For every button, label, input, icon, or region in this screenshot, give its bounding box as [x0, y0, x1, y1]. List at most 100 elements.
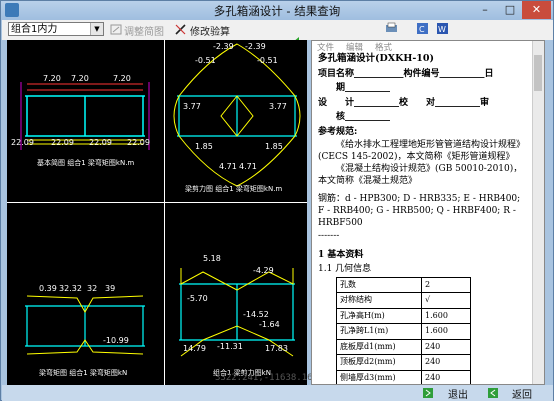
tr-value-7: 1.85 [195, 142, 213, 151]
word-export-icon[interactable]: W [436, 22, 449, 35]
diagram-canvas[interactable]: 7.20 7.20 7.20 22.09 22.09 22.09 22.09 基… [7, 40, 307, 385]
br-value-2: -4.29 [253, 266, 274, 275]
report-pane[interactable]: 文件 编辑 格式 多孔箱涵设计(DXKH-10) 项目名称___________构件… [311, 40, 545, 385]
chevron-down-icon[interactable]: ▼ [90, 23, 103, 35]
geometry-param-value: 1.600 [421, 323, 471, 340]
window-title: 多孔箱涵设计 - 结果查询 [213, 4, 341, 18]
report-line-sign: 设 计__________校 对__________审 [318, 97, 490, 108]
tr-value-6: 3.77 [269, 102, 287, 111]
title-bar: 多孔箱涵设计 - 结果查询 – □ ✕ [1, 1, 553, 20]
svg-text:W: W [438, 25, 446, 34]
br-value-4: -14.52 [243, 310, 269, 319]
bl-top-value-2: 32.32 [59, 284, 82, 293]
geometry-param-label: 孔净高H(m) [336, 307, 422, 324]
geometry-param-value: 240 [421, 354, 471, 371]
back-icon [488, 388, 498, 398]
tl-bottom-value-2: 22.09 [51, 138, 74, 147]
back-button[interactable]: 返回 [512, 386, 532, 401]
maximize-button[interactable]: □ [498, 1, 522, 19]
rebar-legend: 钢筋：d - HPB300; D - HRB335; E - HRB400; F… [318, 194, 521, 228]
geometry-table: 孔数 2 对称结构 √ 孔净高H(m) 1.600 孔净跨L1(m) 1.600 底板厚d1(m… [336, 276, 471, 384]
ref-heading: 参考规范: [318, 126, 358, 137]
adjust-diagram-icon [110, 24, 122, 35]
print-preview-icon[interactable] [385, 22, 398, 35]
svg-text:C: C [419, 25, 425, 34]
scrollbar-thumb[interactable] [534, 55, 542, 91]
tl-top-value-2: 7.20 [71, 74, 89, 83]
geometry-param-value: 240 [421, 338, 471, 355]
tl-bottom-value-3: 22.09 [89, 138, 112, 147]
geometry-param-label: 顶板厚d2(mm) [336, 354, 422, 371]
bl-top-value-4: 39 [105, 284, 116, 293]
report-line-date: 期__________ [318, 83, 391, 93]
bottom-bar: 退出 返回 [2, 385, 553, 401]
app-window: 多孔箱涵设计 - 结果查询 – □ ✕ 组合1内力 ▼ 调整简图 修改验算 C … [0, 0, 554, 401]
br-value-6: -11.31 [217, 342, 243, 351]
tr-value-1: -2.39 [213, 42, 234, 51]
diagram-bottom-left [25, 295, 145, 355]
report-scrollbar[interactable] [532, 41, 544, 384]
geometry-table-row: 对称结构 √ [336, 292, 471, 309]
tr-value-5: 3.77 [183, 102, 201, 111]
report-menu: 文件 编辑 格式 [312, 41, 532, 53]
bl-top-value-3: 32 [87, 284, 98, 293]
calc-book-icon[interactable]: C [416, 22, 429, 35]
minimize-button[interactable]: – [473, 1, 497, 19]
br-value-3: -5.70 [187, 294, 208, 303]
section-1-1-heading: 1.1 几何信息 [318, 264, 372, 274]
geometry-param-label: 对称结构 [336, 292, 422, 309]
pane-divider-horizontal [7, 202, 307, 203]
geometry-table-row: 顶板厚d2(mm) 240 [336, 354, 471, 371]
geometry-table-row: 孔数 2 [336, 276, 471, 293]
bl-top-value-1: 0.39 [39, 284, 57, 293]
br-value-1: 5.18 [203, 254, 221, 263]
geometry-param-label: 底板厚d1(mm) [336, 338, 422, 355]
geometry-table-row: 孔净高H(m) 1.600 [336, 307, 471, 324]
section-1-heading: 1 基本资料 [318, 249, 364, 260]
tl-bottom-value-4: 22.09 [127, 138, 150, 147]
report-title: 多孔箱涵设计(DXKH-10) [318, 53, 434, 64]
adjust-diagram-button[interactable]: 调整简图 [124, 23, 164, 38]
geometry-param-label: 孔净跨L1(m) [336, 323, 422, 340]
report-line-check: 核__________ [318, 112, 391, 122]
br-value-7: 14.79 [183, 344, 206, 353]
tr-caption: 梁剪力图 组合1 梁弯矩图kN.m [185, 185, 283, 193]
geometry-param-label: 侧墙厚d3(mm) [336, 369, 422, 384]
close-button[interactable]: ✕ [522, 1, 551, 19]
exit-icon [423, 388, 433, 398]
tr-value-2: -2.39 [245, 42, 266, 51]
pane-divider-vertical [164, 40, 165, 385]
tr-value-8: 1.85 [265, 142, 283, 151]
geometry-param-value: 1.600 [421, 307, 471, 324]
geometry-table-row: 侧墙厚d3(mm) 240 [336, 369, 471, 384]
cursor-coordinates: 3322.241,-11638.164 [215, 373, 318, 383]
modify-check-button[interactable]: 修改验算 [190, 23, 230, 38]
tl-caption: 基本简图 组合1 梁弯矩图kN.m [37, 159, 135, 167]
tl-top-value-3: 7.20 [113, 74, 131, 83]
report-document: 多孔箱涵设计(DXKH-10) 项目名称___________构件编号_____… [318, 52, 526, 384]
diagram-top-right [173, 43, 301, 187]
br-value-8: 17.83 [265, 344, 288, 353]
bl-caption: 梁弯矩图 组合1 梁弯矩图kN [39, 369, 128, 377]
geometry-table-row: 孔净跨L1(m) 1.600 [336, 323, 471, 340]
geometry-param-label: 孔数 [336, 276, 422, 293]
toolbar: 组合1内力 ▼ 调整简图 修改验算 C W [2, 20, 553, 40]
br-value-5: -1.64 [259, 320, 280, 329]
load-combo-value: 组合1内力 [11, 24, 58, 35]
geometry-table-row: 底板厚d1(mm) 240 [336, 338, 471, 355]
tr-value-9: 4.71 [219, 162, 237, 171]
tl-bottom-value-1: 22.09 [11, 138, 34, 147]
report-line-project: 项目名称___________构件编号__________日 [318, 68, 494, 79]
geometry-param-value: 240 [421, 369, 471, 384]
ref-item-1: 《给水排水工程埋地矩形管管道结构设计规程》(CECS 145-2002)，本文简… [318, 140, 526, 162]
tr-value-3: -0.51 [195, 56, 216, 65]
separator: ------- [318, 231, 340, 241]
tr-value-10: 4.71 [239, 162, 257, 171]
geometry-param-value: 2 [421, 276, 471, 293]
modify-check-icon [175, 24, 186, 35]
geometry-param-value: √ [421, 292, 471, 309]
load-combo-select[interactable]: 组合1内力 ▼ [8, 22, 104, 36]
tl-top-value-1: 7.20 [43, 74, 61, 83]
diagram-drawing [20, 43, 301, 357]
exit-button[interactable]: 退出 [448, 386, 468, 401]
